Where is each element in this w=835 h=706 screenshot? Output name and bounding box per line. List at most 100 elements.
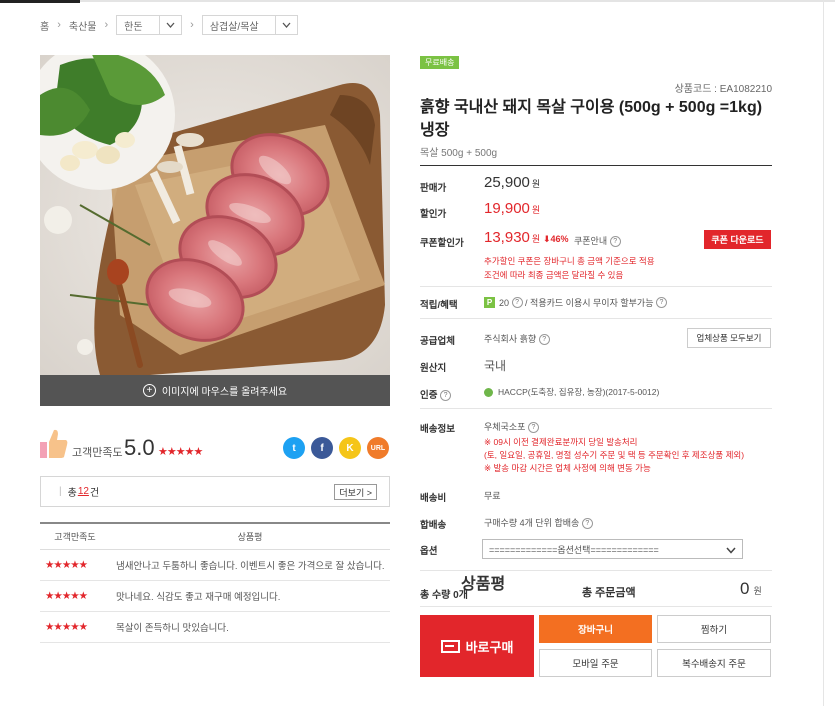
help-icon[interactable]: ?: [656, 297, 667, 308]
currency-unit: 원: [753, 586, 762, 596]
coupon-price: 13,930 원: [484, 229, 540, 246]
combined-shipping: 구매수량 4개 단위 합배송 ?: [484, 516, 593, 530]
review-row[interactable]: ★★★★★ 맛나네요. 식감도 좋고 재구매 예정입니다.: [40, 581, 390, 612]
total-amount-label: 총 주문금액: [582, 587, 636, 599]
review-stars: ★★★★★: [45, 590, 88, 602]
origin-value: 국내: [484, 359, 507, 373]
buy-now-label: 바로구매: [465, 639, 514, 655]
sale-price: 19,900 원: [484, 200, 540, 217]
regular-price: 25,900 원: [484, 174, 540, 191]
review-count[interactable]: 12: [78, 486, 89, 497]
currency-unit: 원: [531, 179, 541, 189]
review-stars: ★★★★★: [45, 559, 88, 571]
coupon-price-label: 쿠폰할인가: [420, 238, 464, 249]
certification: HACCP(도축장, 집유장, 농장)(2017-5-0012): [484, 386, 659, 398]
breadcrumb-separator: ›: [190, 19, 194, 31]
section-divider: [420, 606, 772, 607]
breadcrumb-home[interactable]: 홈: [40, 18, 49, 33]
supplier: 주식회사 흙향 ?: [484, 332, 550, 346]
supplier-label: 공급업체: [420, 336, 455, 347]
credit-card-icon: [440, 639, 460, 653]
coupon-price-value: 13,930: [484, 229, 530, 246]
shipping-fee-value: 무료: [484, 491, 501, 501]
delivery-note-line1: ※ 09시 이전 결제완료분까지 당일 발송처리: [484, 437, 638, 447]
buy-now-button[interactable]: 바로구매: [420, 615, 534, 677]
delivery-method: 우체국소포 ?: [484, 420, 539, 434]
review-text[interactable]: 맛나네요. 식감도 좋고 재구매 예정입니다.: [114, 589, 390, 603]
breadcrumb-separator: ›: [104, 19, 109, 31]
help-icon[interactable]: ?: [511, 297, 523, 308]
product-subtitle: 목살 500g + 500g: [420, 148, 498, 159]
coupon-info[interactable]: 쿠폰안내 ?: [574, 234, 621, 248]
review-title: 상품평: [461, 576, 506, 593]
review-table: 고객만족도 상품평 ★★★★★ 냄새안나고 두툼하니 좋습니다. 이벤트시 좋은…: [40, 522, 390, 643]
wishlist-button[interactable]: 찜하기: [657, 615, 771, 643]
chevron-down-icon: [274, 16, 297, 34]
coupon-note-line1: 추가할인 쿠폰은 장바구니 총 금액 기준으로 적용: [484, 256, 655, 266]
review-row[interactable]: ★★★★★ 냄새안나고 두툼하니 좋습니다. 이벤트시 좋은 가격으로 잘 샀습…: [40, 550, 390, 581]
total-amount-value: 0: [740, 579, 750, 598]
points-card-info: / 적용카드 이용시 무이자 할부가능: [525, 298, 654, 308]
satisfaction-stars: ★★★★★: [158, 446, 203, 458]
certification-value: HACCP(도축장, 집유장, 농장)(2017-5-0012): [498, 387, 660, 397]
currency-unit: 원: [531, 205, 541, 215]
review-text[interactable]: 냄새안나고 두툼하니 좋습니다. 이벤트시 좋은 가격으로 잘 샀습니다.: [114, 558, 390, 572]
help-icon[interactable]: ?: [609, 236, 621, 248]
delivery-note-line3: ※ 발송 마감 시간은 업체 사정에 의해 변동 가능: [484, 463, 651, 473]
breadcrumb-separator: ›: [57, 19, 61, 31]
image-zoom-hint: + 이미지에 마우스를 올려주세요: [40, 375, 390, 406]
title-divider: [420, 165, 772, 166]
option-select-value: =============옵션선택=============: [489, 544, 659, 555]
help-icon[interactable]: ?: [538, 334, 550, 346]
twitter-share-icon[interactable]: t: [283, 437, 305, 459]
breadcrumb-level1[interactable]: 축산물: [69, 18, 97, 33]
url-copy-icon[interactable]: URL: [367, 437, 389, 459]
product-code: 상품코드 : EA1082210: [674, 84, 772, 95]
help-icon[interactable]: ?: [440, 389, 452, 401]
column-rating: 고객만족도: [54, 532, 96, 542]
points-value: 20: [499, 297, 510, 308]
free-shipping-badge: 무료배송: [420, 56, 460, 69]
category-select-level2-value: 한돈: [124, 21, 143, 33]
add-to-cart-button[interactable]: 장바구니: [539, 615, 652, 643]
combined-shipping-value: 구매수량 4개 단위 합배송: [484, 518, 580, 528]
satisfaction-score: 5.0: [124, 435, 155, 460]
certification-label-text: 인증: [420, 390, 438, 401]
combined-shipping-label: 합배송: [420, 520, 447, 531]
section-divider: [420, 408, 772, 409]
total-quantity: 총 수량 0개: [420, 590, 468, 601]
delivery-label: 배송정보: [420, 424, 455, 435]
certification-label: 인증 ?: [420, 387, 452, 401]
section-divider: [420, 570, 772, 571]
option-label: 옵션: [420, 546, 438, 557]
satisfaction-summary: 고객만족도 5.0 ★★★★★ t f K URL: [40, 428, 390, 464]
help-icon[interactable]: ?: [527, 422, 539, 434]
review-text[interactable]: 목살이 존득하니 맛있습니다.: [114, 620, 390, 634]
option-select[interactable]: =============옵션선택=============: [482, 539, 743, 559]
multi-address-order-button[interactable]: 복수배송지 주문: [657, 649, 771, 677]
review-row[interactable]: ★★★★★ 목살이 존득하니 맛있습니다.: [40, 612, 390, 643]
category-select-level3[interactable]: 삼겹살/목살: [201, 15, 298, 35]
coupon-download-button[interactable]: 쿠폰 다운로드: [704, 230, 771, 249]
kakaostory-share-icon[interactable]: K: [339, 437, 361, 459]
supplier-products-button[interactable]: 업체상품 모두보기: [687, 328, 771, 348]
chevron-down-icon: [159, 16, 181, 34]
facebook-share-icon[interactable]: f: [311, 437, 333, 459]
chevron-down-icon: [726, 546, 736, 554]
column-review: 상품평: [237, 532, 263, 542]
points-label: 적립/혜택: [420, 300, 458, 311]
review-more-button[interactable]: 더보기 >: [334, 484, 377, 500]
review-count-prefix: 총: [67, 488, 77, 499]
mobile-order-button[interactable]: 모바일 주문: [539, 649, 652, 677]
coupon-note: 추가할인 쿠폰은 장바구니 총 금액 기준으로 적용 조건에 따라 최종 금액은…: [484, 254, 655, 282]
satisfaction-label: 고객만족도: [72, 447, 123, 459]
product-image[interactable]: [40, 55, 390, 375]
delivery-note: ※ 09시 이전 결제완료분까지 당일 발송처리 (토, 일요일, 공휴일, 명…: [484, 436, 744, 475]
help-icon[interactable]: ?: [581, 518, 593, 530]
review-summary-bar: 상품평 | 총 12 건 더보기 >: [40, 476, 505, 593]
review-divider: |: [59, 486, 62, 497]
haccp-icon: [484, 387, 493, 397]
category-select-level3-value: 삼겹살/목살: [209, 21, 259, 33]
thumbs-up-icon: [40, 428, 68, 460]
category-select-level2[interactable]: 한돈: [116, 15, 183, 35]
